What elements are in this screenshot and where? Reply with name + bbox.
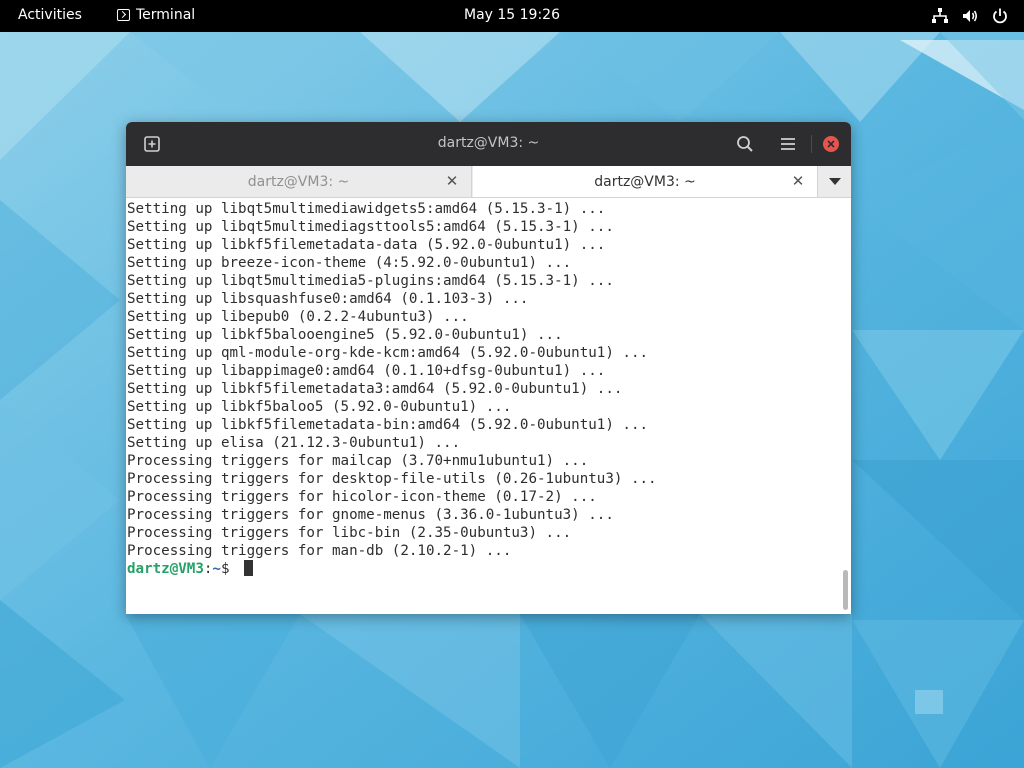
terminal-line: Processing triggers for libc-bin (2.35-0… [127, 525, 572, 541]
headerbar-separator [811, 135, 812, 153]
prompt-symbol: $ [220, 561, 239, 577]
terminal-line: Setting up libappimage0:amd64 (0.1.10+df… [127, 363, 606, 379]
prompt-user-host: dartz@VM3 [127, 561, 204, 577]
tab-bar: dartz@VM3: ~ ✕ dartz@VM3: ~ ✕ [126, 166, 851, 198]
terminal-line: Setting up qml-module-org-kde-kcm:amd64 … [127, 345, 649, 361]
tab-1[interactable]: dartz@VM3: ~ ✕ [126, 166, 472, 197]
terminal-line: Processing triggers for desktop-file-uti… [127, 471, 657, 487]
terminal-app-icon [117, 9, 130, 21]
search-icon [737, 136, 753, 152]
terminal-line: Setting up libkf5baloo5 (5.92.0-0ubuntu1… [127, 399, 512, 415]
shell-prompt: dartz@VM3:~$ [127, 560, 657, 578]
tab-2-active[interactable]: dartz@VM3: ~ ✕ [473, 166, 818, 197]
main-menu-button[interactable] [776, 132, 800, 156]
tab-label: dartz@VM3: ~ [594, 174, 696, 190]
close-tab-icon[interactable]: ✕ [791, 174, 805, 189]
clock-button[interactable]: May 15 19:26 [464, 7, 560, 23]
prompt-path: ~ [212, 561, 221, 577]
close-tab-icon[interactable]: ✕ [445, 174, 459, 189]
terminal-line: Setting up libkf5filemetadata-bin:amd64 … [127, 417, 649, 433]
terminal-line: Setting up elisa (21.12.3-0ubuntu1) ... [127, 435, 461, 451]
terminal-line: Setting up libkf5balooengine5 (5.92.0-0u… [127, 327, 563, 343]
network-icon[interactable] [930, 6, 950, 26]
terminal-window: dartz@VM3: ~ dartz@VM3: ~ ✕ dartz@VM3: ~… [126, 122, 851, 614]
search-button[interactable] [733, 132, 757, 156]
close-icon [823, 136, 839, 152]
volume-icon[interactable] [960, 6, 980, 26]
terminal-line: Processing triggers for gnome-menus (3.3… [127, 507, 614, 523]
terminal-line: Setting up libqt5multimediagsttools5:amd… [127, 219, 614, 235]
terminal-line: Processing triggers for hicolor-icon-the… [127, 489, 597, 505]
terminal-line: Setting up libqt5multimediawidgets5:amd6… [127, 201, 606, 217]
tab-label: dartz@VM3: ~ [247, 174, 350, 190]
app-menu-button[interactable]: Terminal [117, 7, 195, 23]
window-headerbar[interactable]: dartz@VM3: ~ [126, 122, 851, 166]
terminal-line: Setting up libsquashfuse0:amd64 (0.1.103… [127, 291, 529, 307]
terminal-line: Setting up breeze-icon-theme (4:5.92.0-0… [127, 255, 572, 271]
scrollbar-thumb[interactable] [843, 570, 848, 610]
tab-list-dropdown-button[interactable] [819, 166, 851, 197]
app-menu-label: Terminal [136, 7, 196, 23]
top-bar: Activities Terminal May 15 19:26 [0, 0, 1024, 32]
terminal-line: Setting up libepub0 (0.2.2-4ubuntu3) ... [127, 309, 469, 325]
terminal-text: Setting up libqt5multimediawidgets5:amd6… [127, 200, 657, 578]
terminal-line: Setting up libqt5multimedia5-plugins:amd… [127, 273, 614, 289]
power-icon[interactable] [990, 6, 1010, 26]
system-tray[interactable] [930, 6, 1010, 26]
terminal-line: Setting up libkf5filemetadata3:amd64 (5.… [127, 381, 623, 397]
terminal-output[interactable]: Setting up libqt5multimediawidgets5:amd6… [126, 198, 851, 614]
terminal-line: Setting up libkf5filemetadata-data (5.92… [127, 237, 606, 253]
close-window-button[interactable] [819, 132, 843, 156]
activities-button[interactable]: Activities [18, 7, 82, 23]
text-cursor [244, 560, 254, 576]
hamburger-menu-icon [781, 138, 795, 150]
terminal-line: Processing triggers for mailcap (3.70+nm… [127, 453, 589, 469]
terminal-line: Processing triggers for man-db (2.10.2-1… [127, 543, 512, 559]
